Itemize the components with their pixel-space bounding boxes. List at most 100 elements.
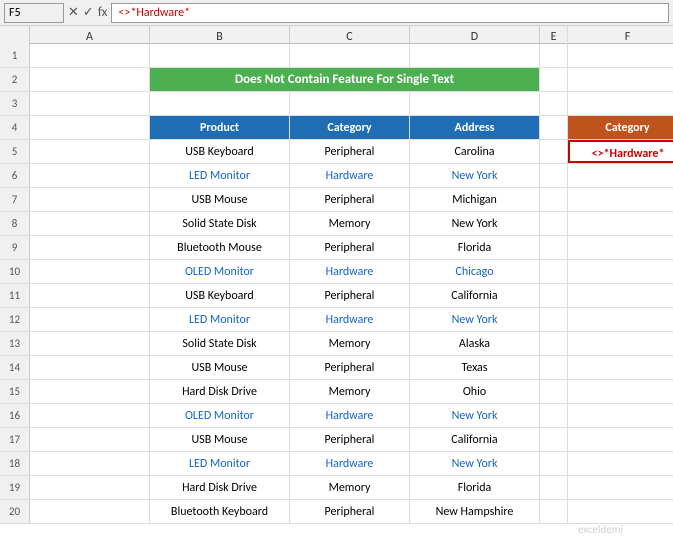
- cell-c17[interactable]: Peripheral: [290, 428, 410, 451]
- cell-a4[interactable]: [30, 116, 150, 139]
- cell-e5[interactable]: [540, 140, 568, 163]
- cell-d19[interactable]: Florida: [410, 476, 540, 499]
- col-header-c[interactable]: C: [290, 26, 410, 44]
- cell-e14[interactable]: [540, 356, 568, 379]
- cell-c15[interactable]: Memory: [290, 380, 410, 403]
- cell-f18[interactable]: [568, 452, 673, 475]
- cell-b6[interactable]: LED Monitor: [150, 164, 290, 187]
- cell-b19[interactable]: Hard Disk Drive: [150, 476, 290, 499]
- cell-a6[interactable]: [30, 164, 150, 187]
- cell-c14[interactable]: Peripheral: [290, 356, 410, 379]
- cell-f3[interactable]: [568, 92, 673, 115]
- cell-b5[interactable]: USB Keyboard: [150, 140, 290, 163]
- cell-c8[interactable]: Memory: [290, 212, 410, 235]
- cell-f14[interactable]: [568, 356, 673, 379]
- cell-f20[interactable]: [568, 500, 673, 523]
- cell-b9[interactable]: Bluetooth Mouse: [150, 236, 290, 259]
- cell-a8[interactable]: [30, 212, 150, 235]
- cell-a15[interactable]: [30, 380, 150, 403]
- cell-f7[interactable]: [568, 188, 673, 211]
- cell-b18[interactable]: LED Monitor: [150, 452, 290, 475]
- cell-a7[interactable]: [30, 188, 150, 211]
- cell-d9[interactable]: Florida: [410, 236, 540, 259]
- cell-b8[interactable]: Solid State Disk: [150, 212, 290, 235]
- cell-d15[interactable]: Ohio: [410, 380, 540, 403]
- cell-d17[interactable]: California: [410, 428, 540, 451]
- cell-c3[interactable]: [290, 92, 410, 115]
- cell-e10[interactable]: [540, 260, 568, 283]
- cell-a16[interactable]: [30, 404, 150, 427]
- cell-a19[interactable]: [30, 476, 150, 499]
- cell-b14[interactable]: USB Mouse: [150, 356, 290, 379]
- cell-e18[interactable]: [540, 452, 568, 475]
- cell-c6[interactable]: Hardware: [290, 164, 410, 187]
- cell-f1[interactable]: [568, 44, 673, 67]
- cell-e20[interactable]: [540, 500, 568, 523]
- cell-a20[interactable]: [30, 500, 150, 523]
- cell-f13[interactable]: [568, 332, 673, 355]
- cell-reference-box[interactable]: F5: [4, 3, 64, 23]
- cell-c7[interactable]: Peripheral: [290, 188, 410, 211]
- cell-a17[interactable]: [30, 428, 150, 451]
- cell-c9[interactable]: Peripheral: [290, 236, 410, 259]
- cell-f15[interactable]: [568, 380, 673, 403]
- cell-d11[interactable]: California: [410, 284, 540, 307]
- cell-f10[interactable]: [568, 260, 673, 283]
- cell-f12[interactable]: [568, 308, 673, 331]
- col-header-d[interactable]: D: [410, 26, 540, 44]
- cell-e1[interactable]: [540, 44, 568, 67]
- cell-d20[interactable]: New Hampshire: [410, 500, 540, 523]
- cell-e19[interactable]: [540, 476, 568, 499]
- cell-d14[interactable]: Texas: [410, 356, 540, 379]
- col-header-f[interactable]: F: [568, 26, 673, 44]
- cell-b12[interactable]: LED Monitor: [150, 308, 290, 331]
- formula-input[interactable]: [111, 3, 669, 23]
- cell-c20[interactable]: Peripheral: [290, 500, 410, 523]
- cell-e3[interactable]: [540, 92, 568, 115]
- cell-b13[interactable]: Solid State Disk: [150, 332, 290, 355]
- cell-e13[interactable]: [540, 332, 568, 355]
- cell-c12[interactable]: Hardware: [290, 308, 410, 331]
- cell-a11[interactable]: [30, 284, 150, 307]
- cell-e9[interactable]: [540, 236, 568, 259]
- cell-d13[interactable]: Alaska: [410, 332, 540, 355]
- cell-a10[interactable]: [30, 260, 150, 283]
- cell-b2-title[interactable]: Does Not Contain Feature For Single Text: [150, 68, 540, 91]
- cell-a13[interactable]: [30, 332, 150, 355]
- cell-c18[interactable]: Hardware: [290, 452, 410, 475]
- cell-c5[interactable]: Peripheral: [290, 140, 410, 163]
- cell-d6[interactable]: New York: [410, 164, 540, 187]
- cell-d12[interactable]: New York: [410, 308, 540, 331]
- cell-b15[interactable]: Hard Disk Drive: [150, 380, 290, 403]
- cell-e15[interactable]: [540, 380, 568, 403]
- cell-e7[interactable]: [540, 188, 568, 211]
- cell-c1[interactable]: [290, 44, 410, 67]
- cell-a14[interactable]: [30, 356, 150, 379]
- cell-a3[interactable]: [30, 92, 150, 115]
- cell-f4-side-header[interactable]: Category: [568, 116, 673, 139]
- cell-e16[interactable]: [540, 404, 568, 427]
- cell-c11[interactable]: Peripheral: [290, 284, 410, 307]
- cell-b17[interactable]: USB Mouse: [150, 428, 290, 451]
- cell-b11[interactable]: USB Keyboard: [150, 284, 290, 307]
- cancel-icon[interactable]: ✕: [68, 5, 79, 20]
- cell-c10[interactable]: Hardware: [290, 260, 410, 283]
- cell-b10[interactable]: OLED Monitor: [150, 260, 290, 283]
- cell-c16[interactable]: Hardware: [290, 404, 410, 427]
- cell-e17[interactable]: [540, 428, 568, 451]
- cell-b16[interactable]: OLED Monitor: [150, 404, 290, 427]
- cell-c4-category[interactable]: Category: [290, 116, 410, 139]
- cell-d7[interactable]: Michigan: [410, 188, 540, 211]
- cell-a2[interactable]: [30, 68, 150, 91]
- cell-f8[interactable]: [568, 212, 673, 235]
- cell-f5[interactable]: <>*Hardware*: [568, 140, 673, 163]
- cell-e6[interactable]: [540, 164, 568, 187]
- cell-f9[interactable]: [568, 236, 673, 259]
- cell-d8[interactable]: New York: [410, 212, 540, 235]
- cell-d3[interactable]: [410, 92, 540, 115]
- cell-b4-product[interactable]: Product: [150, 116, 290, 139]
- confirm-icon[interactable]: ✓: [83, 5, 94, 20]
- cell-e2[interactable]: [540, 68, 568, 91]
- col-header-e[interactable]: E: [540, 26, 568, 44]
- cell-f17[interactable]: [568, 428, 673, 451]
